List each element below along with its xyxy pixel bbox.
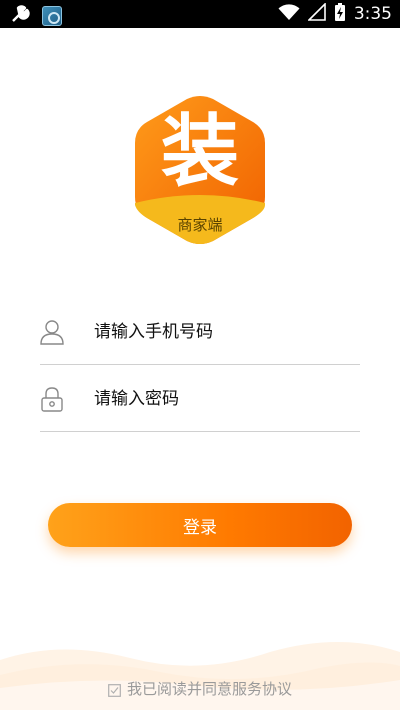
phone-input[interactable] xyxy=(94,317,354,347)
password-input[interactable] xyxy=(94,384,354,414)
password-field xyxy=(40,372,360,432)
logo-subtitle: 商家端 xyxy=(177,216,223,234)
login-button[interactable]: 登录 xyxy=(48,503,352,547)
wifi-icon xyxy=(278,3,300,25)
agreement-row: 我已阅读并同意服务协议 xyxy=(0,678,400,699)
battery-charging-icon xyxy=(334,2,346,26)
app-notification-icon xyxy=(42,6,62,26)
user-icon xyxy=(40,319,64,345)
signal-icon xyxy=(306,2,326,25)
status-time: 3:35 xyxy=(353,4,392,24)
wrench-icon xyxy=(10,4,32,28)
status-bar-left xyxy=(10,4,62,28)
agreement-checkbox[interactable] xyxy=(108,682,121,697)
status-bar-right: 3:35 xyxy=(278,2,392,26)
lock-icon xyxy=(40,386,64,412)
status-bar: 3:35 xyxy=(0,0,400,28)
checkbox-icon xyxy=(108,684,121,697)
phone-field xyxy=(40,305,360,365)
logo-character: 装 xyxy=(160,107,239,197)
agreement-text[interactable]: 我已阅读并同意服务协议 xyxy=(127,678,292,699)
app-logo: 装 商家端 xyxy=(135,95,265,245)
